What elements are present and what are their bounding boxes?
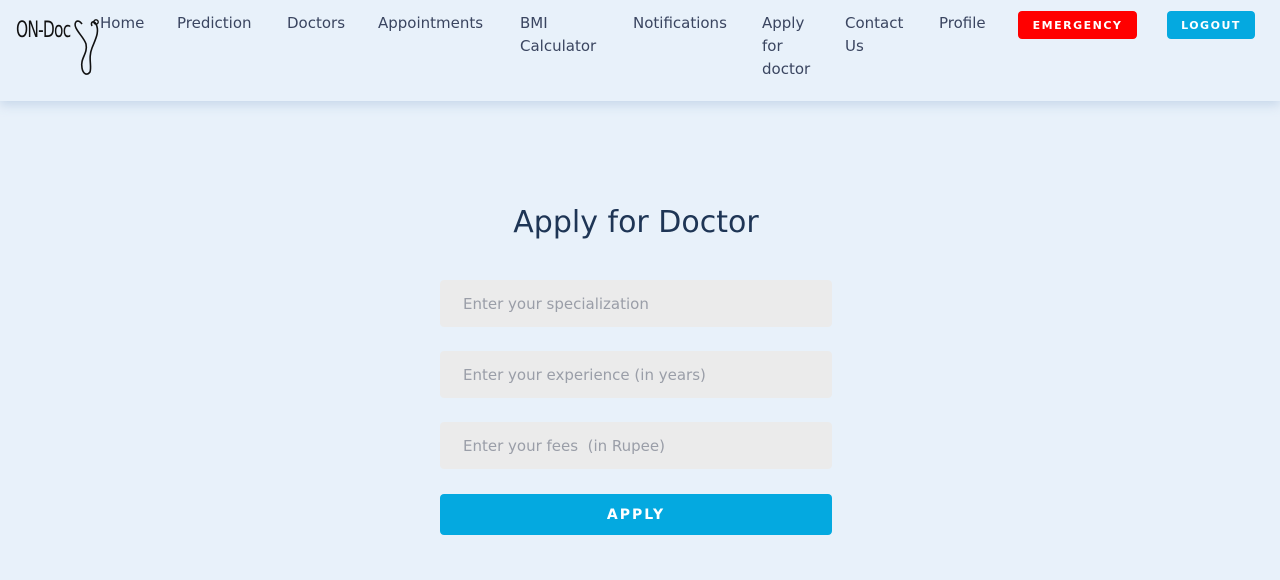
fees-input[interactable] xyxy=(440,422,832,469)
nav-link-home[interactable]: Home xyxy=(100,12,160,35)
nav-link-apply-for-doctor[interactable]: Apply for doctor xyxy=(762,12,822,81)
nav-link-notifications[interactable]: Notifications xyxy=(633,12,749,35)
nav-link-bmi-calculator[interactable]: BMI Calculator xyxy=(520,12,612,58)
apply-button[interactable]: APPLY xyxy=(440,494,832,535)
logout-button[interactable]: LOGOUT xyxy=(1167,11,1255,39)
nav-link-profile[interactable]: Profile xyxy=(939,12,999,35)
logo[interactable]: ON-Doc xyxy=(16,14,106,80)
nav-link-appointments[interactable]: Appointments xyxy=(378,12,502,35)
experience-input[interactable] xyxy=(440,351,832,398)
navbar: ON-Doc Home Prediction Doctors Appointme… xyxy=(0,0,1280,101)
nav-link-doctors[interactable]: Doctors xyxy=(287,12,359,35)
nav-link-contact-us[interactable]: Contact Us xyxy=(845,12,919,58)
nav-link-prediction[interactable]: Prediction xyxy=(177,12,267,35)
page-title: Apply for Doctor xyxy=(513,205,759,240)
emergency-button[interactable]: EMERGENCY xyxy=(1018,11,1137,39)
specialization-input[interactable] xyxy=(440,280,832,327)
stethoscope-icon xyxy=(74,19,99,75)
